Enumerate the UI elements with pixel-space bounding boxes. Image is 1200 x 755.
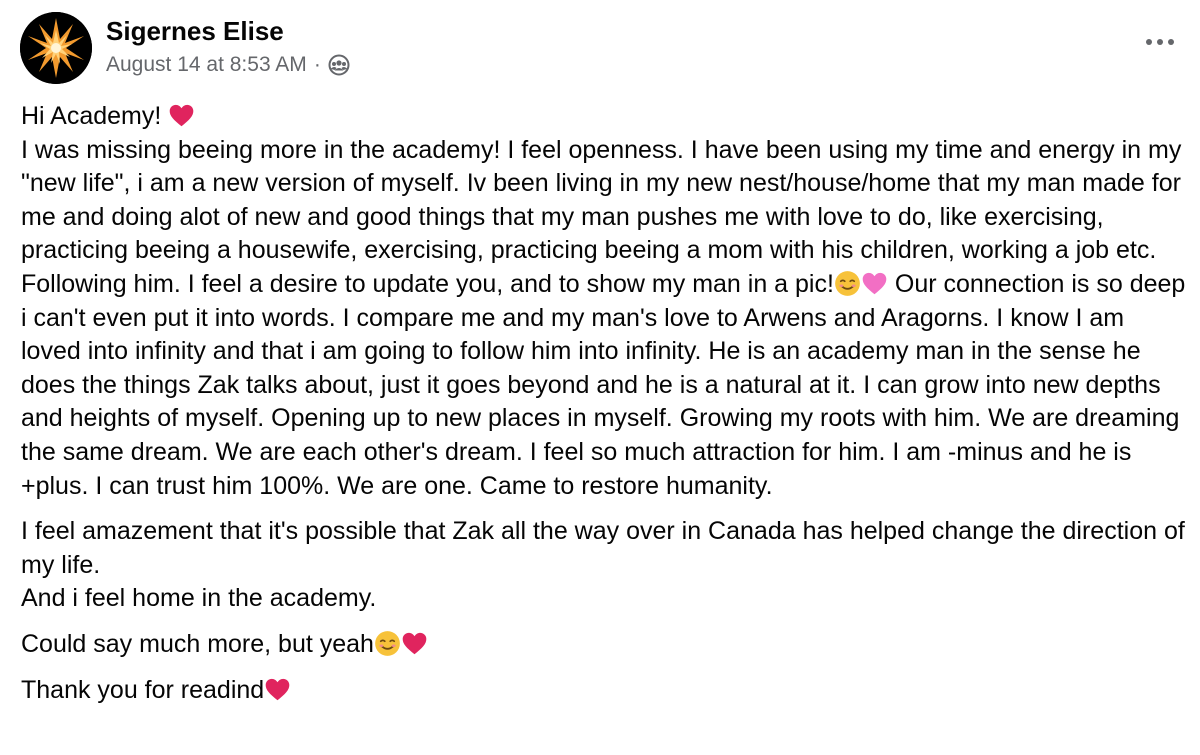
more-horizontal-icon[interactable] <box>1140 30 1180 54</box>
group-icon[interactable] <box>328 54 350 76</box>
pink-heart-icon <box>862 272 887 295</box>
paragraph-1-text-b: Our connection is so deep i can't even p… <box>21 269 1186 500</box>
post-body: Hi Academy! I was missing beeing more in… <box>21 100 1186 719</box>
author-name[interactable]: Sigernes Elise <box>106 16 284 47</box>
paragraph-4: Thank you for readind <box>21 674 1186 708</box>
timestamp[interactable]: August 14 at 8:53 AM <box>106 53 307 77</box>
avatar[interactable] <box>20 12 92 84</box>
paragraph-3-text: Could say much more, but yeah <box>21 629 374 658</box>
post-header: Sigernes Elise August 14 at 8:53 AM · <box>20 12 1180 86</box>
more-dot <box>1146 39 1152 45</box>
paragraph-2: I feel amazement that it's possible that… <box>21 515 1186 616</box>
paragraph-2-line-2: And i feel home in the academy. <box>21 584 377 613</box>
paragraph-1: Hi Academy! I was missing beeing more in… <box>21 100 1186 503</box>
separator: · <box>313 53 321 76</box>
red-heart-icon <box>265 678 290 700</box>
post-meta: August 14 at 8:53 AM · <box>106 53 350 77</box>
paragraph-2-line-1: I feel amazement that it's possible that… <box>21 517 1185 579</box>
more-dot <box>1168 39 1174 45</box>
smiling-face-icon <box>375 631 400 656</box>
greeting: Hi Academy! <box>21 102 169 130</box>
starburst-icon <box>20 12 92 84</box>
red-heart-icon <box>402 632 427 655</box>
paragraph-3: Could say much more, but yeah <box>21 628 1186 662</box>
more-dot <box>1157 39 1163 45</box>
paragraph-4-text: Thank you for readind <box>21 675 265 704</box>
red-heart-icon <box>169 104 194 127</box>
smiling-face-icon <box>835 271 860 296</box>
